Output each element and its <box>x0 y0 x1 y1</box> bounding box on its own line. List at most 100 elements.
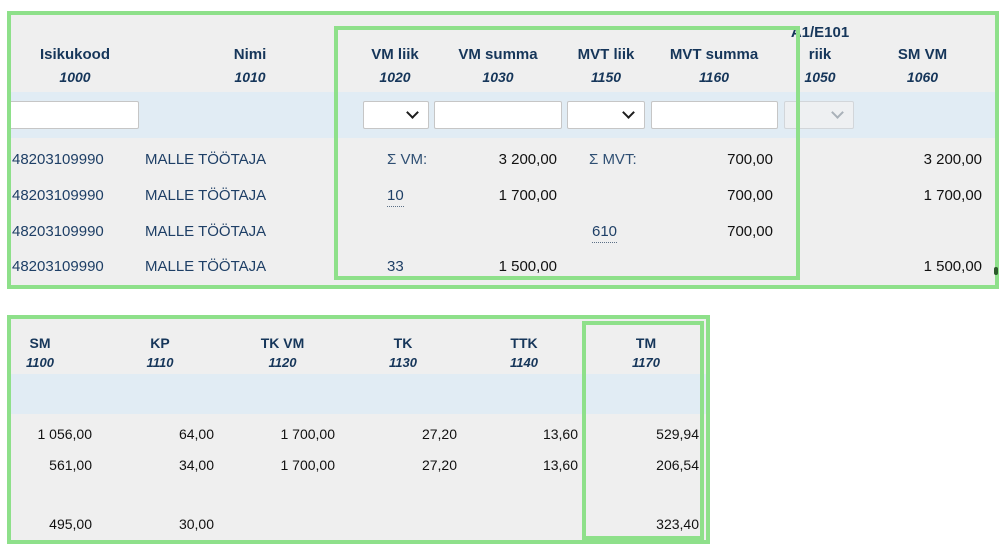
header-code: 1020 <box>379 69 411 85</box>
vm-liik-link[interactable]: 33 <box>387 257 404 278</box>
column-header-kp[interactable]: KP 1110 <box>130 333 190 373</box>
sm-vm-cell: 1 700,00 <box>923 187 982 204</box>
table-row[interactable]: 48203109990 MALLE TÖÖTAJA 610 700,00 <box>10 217 996 247</box>
header-code: 1050 <box>804 69 836 85</box>
nimi-cell[interactable]: MALLE TÖÖTAJA <box>145 181 266 211</box>
header-label: TM <box>635 335 657 351</box>
table-row[interactable]: 495,00 30,00 323,40 <box>10 509 707 539</box>
isikukood-cell[interactable]: 48203109990 <box>12 145 104 175</box>
isikukood-cell[interactable]: 48203109990 <box>12 217 104 247</box>
filter-row <box>10 374 707 414</box>
column-header-mvt-liik[interactable]: MVT liik 1150 <box>564 44 648 88</box>
scroll-edge-marker <box>994 267 998 275</box>
mvt-liik-link[interactable]: 610 <box>592 222 618 243</box>
nimi-cell[interactable]: MALLE TÖÖTAJA <box>145 252 266 282</box>
header-label: SM VM <box>897 46 948 63</box>
column-header-sm-vm[interactable]: SM VM 1060 <box>875 44 970 88</box>
chevron-down-icon <box>831 106 844 119</box>
tm-cell: 529,94 <box>656 426 699 442</box>
mvt-liik-filter-select[interactable] <box>567 101 645 129</box>
header-code: 1010 <box>234 69 266 85</box>
sm-vm-total: 3 200,00 <box>923 151 982 168</box>
column-header-mvt-summa[interactable]: MVT summa 1160 <box>655 44 773 88</box>
column-header-tm[interactable]: TM 1170 <box>616 333 676 373</box>
sm-cell: 561,00 <box>49 457 92 473</box>
header-label: Nimi <box>233 46 267 63</box>
tk-vm-cell: 1 700,00 <box>280 426 336 442</box>
header-code: 1150 <box>590 69 622 85</box>
header-label: TTK <box>510 335 538 351</box>
tm-cell: 323,40 <box>656 516 699 532</box>
header-label: VM summa <box>458 46 538 63</box>
header-label: Isikukood <box>39 46 110 63</box>
header-label: KP <box>150 335 170 351</box>
kp-cell: 34,00 <box>178 457 214 473</box>
column-header-vm-liik[interactable]: VM liik 1020 <box>350 44 440 88</box>
header-code: 1120 <box>268 355 297 370</box>
header-label: TK VM <box>260 335 305 351</box>
ttk-cell: 13,60 <box>542 426 578 442</box>
top-data-grid: Isikukood 1000 Nimi 1010 VM liik 1020 VM… <box>10 14 996 286</box>
vm-liik-filter-select[interactable] <box>363 101 429 129</box>
header-pre-label: A1/E101 <box>790 24 850 41</box>
kp-cell: 30,00 <box>178 516 214 532</box>
column-header-nimi[interactable]: Nimi 1010 <box>190 44 310 88</box>
header-code: 1100 <box>26 355 54 370</box>
vm-summa-total: 3 200,00 <box>498 151 557 168</box>
vm-sum-label: Σ VM: <box>387 151 428 168</box>
tk-cell: 27,20 <box>421 426 457 442</box>
mvt-summa-filter-input[interactable] <box>651 101 778 129</box>
sm-cell: 1 056,00 <box>37 426 93 442</box>
column-header-riik[interactable]: A1/E101 riik 1050 <box>780 24 860 88</box>
mvt-summa-cell: 700,00 <box>727 223 773 240</box>
table-row[interactable]: 1 056,00 64,00 1 700,00 27,20 13,60 529,… <box>10 419 707 449</box>
ttk-cell: 13,60 <box>542 457 578 473</box>
isikukood-filter-input[interactable] <box>10 101 139 129</box>
header-label: SM <box>29 335 51 351</box>
kp-cell: 64,00 <box>178 426 214 442</box>
vm-summa-filter-input[interactable] <box>434 101 562 129</box>
header-code: 1130 <box>389 355 417 370</box>
column-header-tk[interactable]: TK 1130 <box>373 333 433 373</box>
chevron-down-icon <box>622 106 635 119</box>
table-row[interactable] <box>10 481 707 511</box>
header-code: 1030 <box>482 69 514 85</box>
tm-cell: 206,54 <box>656 457 699 473</box>
header-label: TK <box>393 335 413 351</box>
header-code: 1000 <box>59 69 91 85</box>
header-label: VM liik <box>371 46 419 63</box>
table-row[interactable]: 561,00 34,00 1 700,00 27,20 13,60 206,54 <box>10 450 707 480</box>
column-header-sm[interactable]: SM 1100 <box>10 333 70 373</box>
isikukood-cell[interactable]: 48203109990 <box>12 181 104 211</box>
nimi-cell[interactable]: MALLE TÖÖTAJA <box>145 217 266 247</box>
header-code: 1170 <box>632 355 660 370</box>
header-code: 1110 <box>146 355 174 370</box>
header-code: 1160 <box>698 69 730 85</box>
header-code: 1060 <box>906 69 939 85</box>
nimi-cell[interactable]: MALLE TÖÖTAJA <box>145 145 266 175</box>
column-header-vm-summa[interactable]: VM summa 1030 <box>443 44 553 88</box>
table-row[interactable]: 48203109990 MALLE TÖÖTAJA 33 1 500,00 1 … <box>10 252 996 282</box>
header-label: riik <box>808 46 832 63</box>
bottom-data-grid: SM 1100 KP 1110 TK VM 1120 TK 1130 TTK 1… <box>10 318 707 541</box>
mvt-sum-label: Σ MVT: <box>589 151 637 168</box>
riik-filter-select[interactable] <box>784 101 854 129</box>
vm-summa-cell: 1 700,00 <box>498 187 557 204</box>
tk-cell: 27,20 <box>421 457 457 473</box>
header-label: MVT summa <box>669 46 759 63</box>
table-row[interactable]: 48203109990 MALLE TÖÖTAJA 10 1 700,00 70… <box>10 181 996 211</box>
column-header-ttk[interactable]: TTK 1140 <box>494 333 554 373</box>
mvt-summa-total: 700,00 <box>727 151 773 168</box>
column-header-tk-vm[interactable]: TK VM 1120 <box>245 333 320 373</box>
sm-vm-cell: 1 500,00 <box>923 258 982 275</box>
header-code: 1140 <box>510 355 538 370</box>
tk-vm-cell: 1 700,00 <box>280 457 336 473</box>
vm-liik-link[interactable]: 10 <box>387 186 404 207</box>
vm-summa-cell: 1 500,00 <box>498 258 557 275</box>
isikukood-cell[interactable]: 48203109990 <box>12 252 104 282</box>
column-header-isikukood[interactable]: Isikukood 1000 <box>15 44 135 88</box>
chevron-down-icon <box>406 106 419 119</box>
mvt-summa-cell: 700,00 <box>727 187 773 204</box>
sm-cell: 495,00 <box>49 516 92 532</box>
header-label: MVT liik <box>577 46 635 63</box>
